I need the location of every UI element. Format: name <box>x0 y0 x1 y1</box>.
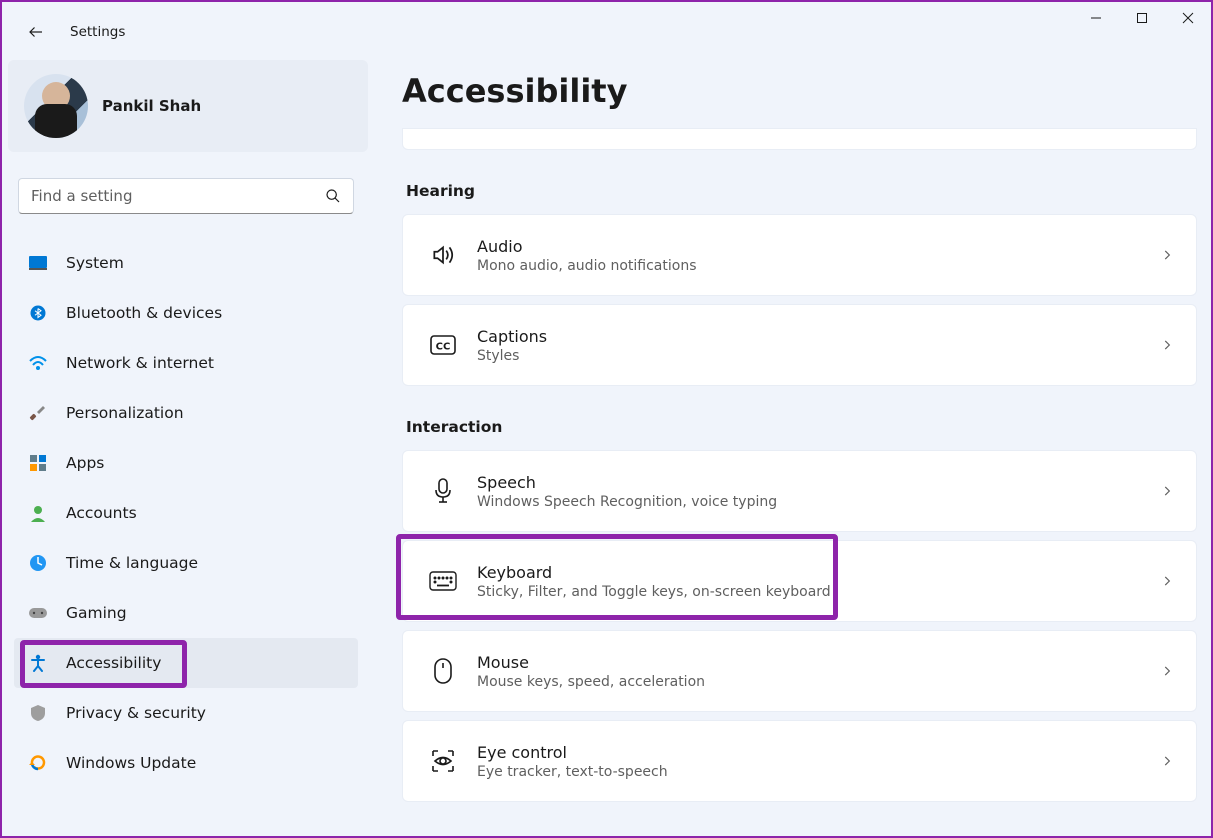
close-button[interactable] <box>1165 2 1211 34</box>
system-icon <box>28 253 48 273</box>
search-input[interactable] <box>31 187 325 205</box>
section-header-hearing: Hearing <box>406 182 1197 200</box>
section-header-interaction: Interaction <box>406 418 1197 436</box>
card-captions[interactable]: CC Captions Styles <box>402 304 1197 386</box>
captions-icon: CC <box>423 325 463 365</box>
sidebar-item-bluetooth[interactable]: Bluetooth & devices <box>14 288 358 338</box>
sidebar-item-accounts[interactable]: Accounts <box>14 488 358 538</box>
page-title: Accessibility <box>402 72 1197 110</box>
accessibility-icon <box>28 653 48 673</box>
sidebar-item-label: System <box>66 254 124 272</box>
personalization-icon <box>28 403 48 423</box>
search-box[interactable] <box>18 178 354 214</box>
card-title: Mouse <box>477 653 705 672</box>
chevron-right-icon <box>1160 664 1174 678</box>
accounts-icon <box>28 503 48 523</box>
speech-icon <box>423 471 463 511</box>
bluetooth-icon <box>28 303 48 323</box>
sidebar-item-label: Windows Update <box>66 754 196 772</box>
update-icon <box>28 753 48 773</box>
sidebar-item-apps[interactable]: Apps <box>14 438 358 488</box>
maximize-button[interactable] <box>1119 2 1165 34</box>
card-title: Keyboard <box>477 563 831 582</box>
card-keyboard[interactable]: Keyboard Sticky, Filter, and Toggle keys… <box>402 540 1197 622</box>
eye-control-icon <box>423 741 463 781</box>
keyboard-icon <box>423 561 463 601</box>
chevron-right-icon <box>1160 338 1174 352</box>
window-controls <box>1073 2 1211 46</box>
sidebar-item-label: Time & language <box>66 554 198 572</box>
chevron-right-icon <box>1160 484 1174 498</box>
sidebar-item-label: Apps <box>66 454 104 472</box>
mouse-icon <box>423 651 463 691</box>
sidebar-item-system[interactable]: System <box>14 238 358 288</box>
privacy-icon <box>28 703 48 723</box>
minimize-button[interactable] <box>1073 2 1119 34</box>
card-title: Audio <box>477 237 697 256</box>
sidebar-item-gaming[interactable]: Gaming <box>14 588 358 638</box>
card-subtitle: Mouse keys, speed, acceleration <box>477 674 705 690</box>
user-account-card[interactable]: Pankil Shah <box>8 60 368 152</box>
search-icon <box>325 188 341 204</box>
sidebar-item-label: Accounts <box>66 504 137 522</box>
back-button[interactable] <box>20 16 52 48</box>
sidebar-item-label: Personalization <box>66 404 184 422</box>
card-mouse[interactable]: Mouse Mouse keys, speed, acceleration <box>402 630 1197 712</box>
app-title: Settings <box>70 24 125 40</box>
audio-icon <box>423 235 463 275</box>
sidebar-item-label: Gaming <box>66 604 127 622</box>
avatar <box>24 74 88 138</box>
card-speech[interactable]: Speech Windows Speech Recognition, voice… <box>402 450 1197 532</box>
gaming-icon <box>28 603 48 623</box>
card-subtitle: Styles <box>477 348 547 364</box>
sidebar-item-label: Bluetooth & devices <box>66 304 222 322</box>
apps-icon <box>28 453 48 473</box>
sidebar-item-personalization[interactable]: Personalization <box>14 388 358 438</box>
chevron-right-icon <box>1160 754 1174 768</box>
sidebar-item-accessibility[interactable]: Accessibility <box>14 638 358 688</box>
user-name: Pankil Shah <box>102 97 201 115</box>
header: Settings <box>20 16 125 48</box>
partial-card-top <box>402 128 1197 150</box>
sidebar-item-privacy[interactable]: Privacy & security <box>14 688 358 738</box>
sidebar-item-label: Privacy & security <box>66 704 206 722</box>
svg-text:CC: CC <box>436 342 451 353</box>
sidebar-item-windows-update[interactable]: Windows Update <box>14 738 358 788</box>
sidebar-item-label: Network & internet <box>66 354 214 372</box>
chevron-right-icon <box>1160 574 1174 588</box>
card-title: Speech <box>477 473 777 492</box>
card-subtitle: Sticky, Filter, and Toggle keys, on-scre… <box>477 584 831 600</box>
nav-list: System Bluetooth & devices Network & int… <box>14 238 358 788</box>
card-subtitle: Windows Speech Recognition, voice typing <box>477 494 777 510</box>
sidebar-item-network[interactable]: Network & internet <box>14 338 358 388</box>
sidebar-item-label: Accessibility <box>66 654 161 672</box>
card-title: Eye control <box>477 743 668 762</box>
network-icon <box>28 353 48 373</box>
card-title: Captions <box>477 327 547 346</box>
card-eye-control[interactable]: Eye control Eye tracker, text-to-speech <box>402 720 1197 802</box>
sidebar-item-time-language[interactable]: Time & language <box>14 538 358 588</box>
chevron-right-icon <box>1160 248 1174 262</box>
sidebar: Pankil Shah System Bluetooth & devices N… <box>8 60 368 788</box>
card-subtitle: Mono audio, audio notifications <box>477 258 697 274</box>
time-language-icon <box>28 553 48 573</box>
content: Accessibility Hearing Audio Mono audio, … <box>402 60 1197 810</box>
card-audio[interactable]: Audio Mono audio, audio notifications <box>402 214 1197 296</box>
card-subtitle: Eye tracker, text-to-speech <box>477 764 668 780</box>
